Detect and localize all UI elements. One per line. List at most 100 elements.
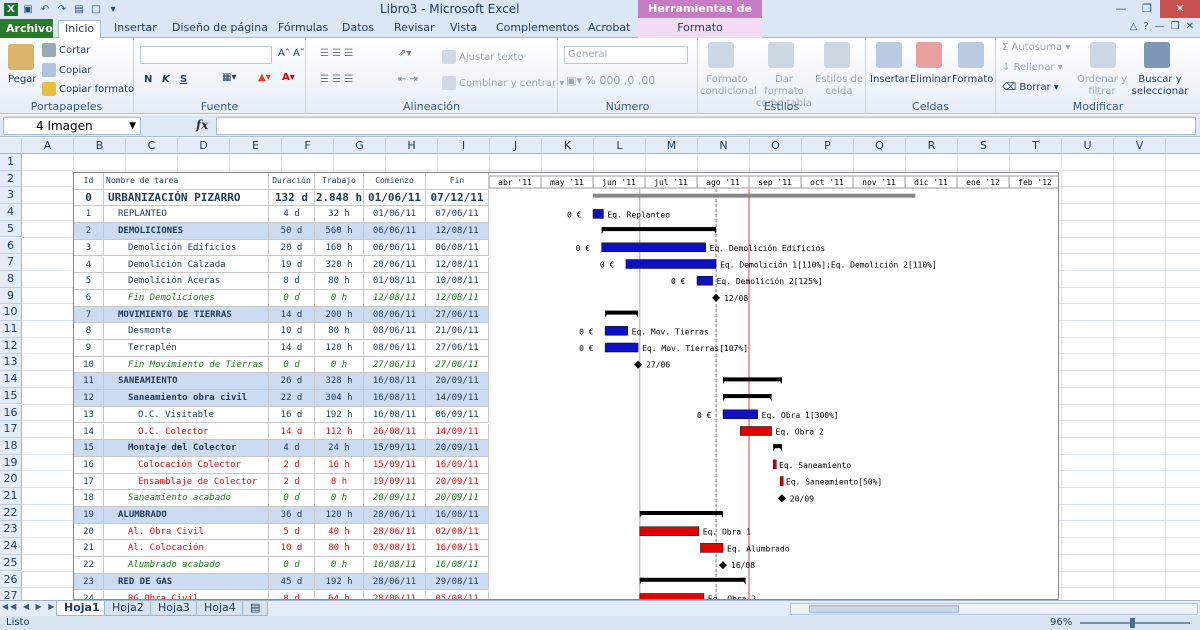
column-header-n[interactable]: N <box>698 138 750 154</box>
row-header-24[interactable]: 24 <box>0 538 22 555</box>
align-top-icons[interactable]: ☰ ☰ ☰ <box>320 48 353 59</box>
copy-button[interactable]: Copiar <box>42 63 91 77</box>
zoom-slider-knob[interactable] <box>1130 618 1135 628</box>
excel-logo-icon[interactable]: X <box>4 2 18 16</box>
italic-button[interactable]: K <box>162 74 170 85</box>
clear-button[interactable]: ⌫ Borrar ▾ <box>1002 82 1059 93</box>
cut-button[interactable]: Cortar <box>42 43 90 57</box>
column-header-d[interactable]: D <box>178 138 230 154</box>
number-format-icons[interactable]: ▣▾ % 000 ,0 ,00 <box>566 74 655 87</box>
row-header-6[interactable]: 6 <box>0 237 22 255</box>
row-header-16[interactable]: 16 <box>0 404 22 422</box>
row-header-12[interactable]: 12 <box>0 337 22 355</box>
row-header-7[interactable]: 7 <box>0 254 22 271</box>
name-box[interactable]: 4 Imagen ▼ <box>3 117 141 135</box>
column-header-q[interactable]: Q <box>854 138 906 154</box>
row-header-19[interactable]: 19 <box>0 454 22 472</box>
row-header-5[interactable]: 5 <box>0 220 22 238</box>
restore-icon[interactable]: ❐ <box>1134 0 1160 18</box>
conditional-format-button[interactable]: Formato condicional <box>700 74 757 98</box>
sheet-tab-hoja2[interactable]: Hoja2 <box>104 601 152 616</box>
column-header-g[interactable]: G <box>334 138 386 154</box>
tab-home[interactable]: Inicio <box>58 20 102 39</box>
row-header-23[interactable]: 23 <box>0 521 22 539</box>
row-header-15[interactable]: 15 <box>0 387 22 405</box>
row-header-8[interactable]: 8 <box>0 270 22 288</box>
column-header-i[interactable]: I <box>438 138 490 154</box>
delete-cells-button[interactable]: Eliminar <box>910 74 951 85</box>
font-grow-icon[interactable]: A˄ A˅ <box>278 48 305 59</box>
doc-restore-icon[interactable]: ❐ <box>1171 21 1180 32</box>
wrap-text-button[interactable]: Ajustar texto <box>442 50 523 64</box>
font-name-select[interactable] <box>140 46 272 64</box>
formula-input[interactable] <box>216 117 1196 135</box>
row-header-20[interactable]: 20 <box>0 471 22 488</box>
orientation-icon[interactable]: ⇗▾ <box>398 48 411 59</box>
row-header-3[interactable]: 3 <box>0 187 22 205</box>
autosum-button[interactable]: Σ Autosuma ▾ <box>1002 42 1070 53</box>
column-header-f[interactable]: F <box>282 138 334 154</box>
help-icon[interactable]: ? <box>1143 21 1148 32</box>
column-header-c[interactable]: C <box>126 138 178 154</box>
row-header-4[interactable]: 4 <box>0 204 22 221</box>
zoom-slider[interactable] <box>1080 618 1190 628</box>
column-header-t[interactable]: T <box>1010 138 1062 154</box>
column-header-b[interactable]: B <box>74 138 126 154</box>
row-header-14[interactable]: 14 <box>0 371 22 388</box>
borders-icon[interactable]: ▦▾ <box>222 72 236 83</box>
column-header-r[interactable]: R <box>906 138 958 154</box>
open-icon[interactable]: □ <box>89 3 103 16</box>
row-header-21[interactable]: 21 <box>0 488 22 505</box>
row-header-26[interactable]: 26 <box>0 571 22 589</box>
column-header-a[interactable]: A <box>22 138 74 154</box>
column-header-v[interactable]: V <box>1114 138 1166 154</box>
scroll-thumb[interactable] <box>809 605 959 613</box>
sheet-tab-hoja3[interactable]: Hoja3 <box>150 601 198 616</box>
tab-formulas[interactable]: Fórmulas <box>272 20 334 38</box>
redo-icon[interactable]: ↷ <box>55 3 69 16</box>
column-header-p[interactable]: P <box>802 138 854 154</box>
new-sheet-icon[interactable]: ▤ <box>242 601 269 616</box>
font-color-icon[interactable]: A▾ <box>282 72 295 83</box>
doc-close-icon[interactable]: ✕ <box>1186 21 1194 32</box>
sort-filter-button[interactable]: Ordenar y filtrar <box>1076 74 1128 98</box>
tab-data[interactable]: Datos <box>336 20 380 38</box>
column-header-j[interactable]: J <box>490 138 542 154</box>
zoom-level[interactable]: 96% <box>1050 616 1072 630</box>
format-cells-button[interactable]: Formato <box>952 74 993 85</box>
tab-page-layout[interactable]: Diseño de página <box>166 20 274 38</box>
embedded-image[interactable]: Id Nombre de tarea Duración Trabajo Comienzo… <box>73 172 1059 600</box>
insert-cells-button[interactable]: Insertar <box>870 74 909 85</box>
fill-color-icon[interactable]: ▲▾ <box>258 72 271 83</box>
column-header-m[interactable]: M <box>646 138 698 154</box>
undo-icon[interactable]: ↶ <box>38 3 52 16</box>
row-header-17[interactable]: 17 <box>0 421 22 438</box>
row-header-1[interactable]: 1 <box>0 154 22 171</box>
row-header-2[interactable]: 2 <box>0 170 22 188</box>
align-left-icons[interactable]: ☰ ☰ ☰ <box>320 74 353 85</box>
merge-center-button[interactable]: Combinar y centrar ▾ <box>442 76 564 90</box>
sheet-tab-hoja1[interactable]: Hoja1 <box>56 601 108 616</box>
format-painter-button[interactable]: Copiar formato <box>42 82 134 96</box>
doc-minimize-icon[interactable]: — <box>1155 21 1165 32</box>
tab-add-ins[interactable]: Complementos <box>490 20 585 38</box>
row-header-13[interactable]: 13 <box>0 354 22 372</box>
cell-styles-button[interactable]: Estilos de celda <box>814 74 864 98</box>
paste-button[interactable]: Pegar <box>8 74 36 85</box>
row-header-25[interactable]: 25 <box>0 554 22 572</box>
fill-button[interactable]: ↓ Rellenar ▾ <box>1002 62 1063 73</box>
column-header-h[interactable]: H <box>386 138 438 154</box>
sheet-tab-hoja4[interactable]: Hoja4 <box>196 601 244 616</box>
indent-icons[interactable]: ⇤ ⇥ <box>398 74 418 85</box>
find-select-button[interactable]: Buscar y seleccionar <box>1130 74 1190 98</box>
tab-review[interactable]: Revisar <box>388 20 440 38</box>
tab-insert[interactable]: Insertar <box>108 20 163 38</box>
column-header-k[interactable]: K <box>542 138 594 154</box>
column-header-u[interactable]: U <box>1062 138 1114 154</box>
horizontal-scrollbar[interactable] <box>790 603 1198 615</box>
row-header-27[interactable]: 27 <box>0 588 22 600</box>
row-header-9[interactable]: 9 <box>0 287 22 305</box>
column-header-o[interactable]: O <box>750 138 802 154</box>
ribbon-minimize-icon[interactable]: △ <box>1130 21 1138 32</box>
minimize-icon[interactable]: — <box>1108 0 1134 18</box>
